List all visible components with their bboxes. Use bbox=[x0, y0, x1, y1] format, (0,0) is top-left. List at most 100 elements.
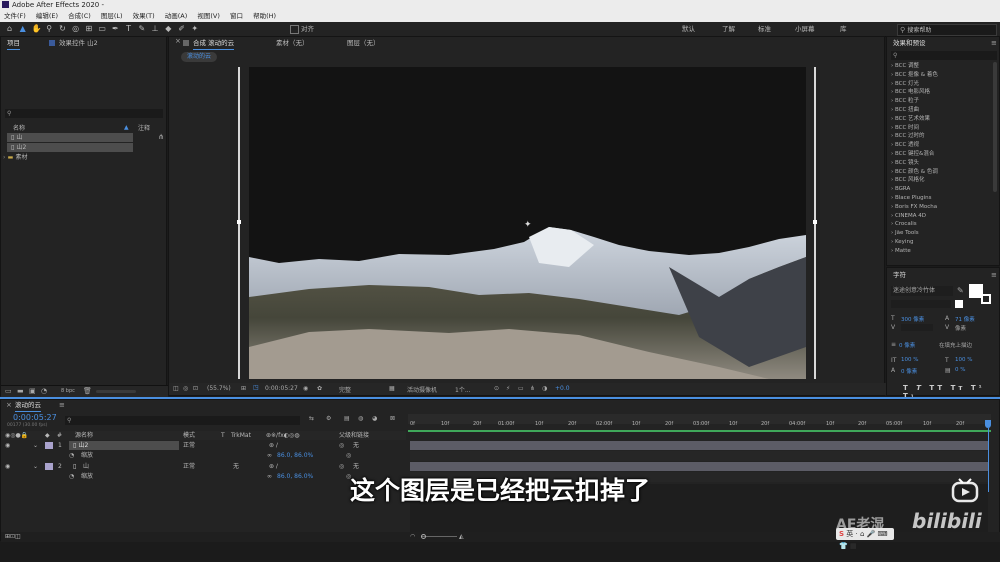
panel-menu-icon[interactable]: ≡ bbox=[991, 37, 997, 49]
trash-icon[interactable]: 🗑 bbox=[83, 387, 92, 395]
comp-breadcrumb[interactable]: 滚动的云 bbox=[181, 52, 218, 62]
expression-pickwhip-icon[interactable]: ◎ bbox=[346, 451, 351, 460]
white-swatch[interactable] bbox=[955, 300, 963, 308]
always-preview-icon[interactable]: ◫ bbox=[173, 385, 179, 392]
guides-icon[interactable]: ⊡ bbox=[193, 385, 198, 392]
stroke-width-value[interactable]: 0 像素 bbox=[899, 341, 915, 349]
horizontal-scale-value[interactable]: 100 % bbox=[955, 357, 972, 363]
eyedropper-icon[interactable]: ✎ bbox=[957, 286, 964, 295]
home-icon[interactable]: ⌂ bbox=[5, 24, 14, 33]
list-item[interactable]: › BCC 艺术效果 bbox=[887, 115, 991, 124]
layer-switch-icon[interactable]: ⊛ ∕ bbox=[269, 462, 278, 471]
font-size-value[interactable]: 300 像素 bbox=[901, 315, 924, 323]
show-channel-icon[interactable]: ✿ bbox=[317, 385, 322, 392]
composition-canvas[interactable]: ✦ bbox=[249, 67, 806, 379]
label-color-swatch[interactable] bbox=[45, 442, 53, 449]
tab-composition[interactable]: 合成 滚动的云 bbox=[193, 37, 235, 50]
exposure-icon[interactable]: ◑ bbox=[542, 385, 547, 392]
menu-help[interactable]: 帮助(H) bbox=[253, 12, 276, 20]
layer-switch-icon[interactable]: ⊛ ∕ bbox=[269, 441, 278, 450]
list-item[interactable]: › BCC 灯光 bbox=[887, 80, 991, 89]
list-item[interactable]: › ▬ 素材 bbox=[3, 153, 129, 162]
visibility-eye-icon[interactable]: ◉ bbox=[5, 441, 10, 450]
tsume-value[interactable]: 0 % bbox=[955, 367, 965, 373]
puppet-tool-icon[interactable]: ✦ bbox=[190, 24, 199, 33]
visibility-eye-icon[interactable]: ◉ bbox=[5, 462, 10, 471]
kerning-select[interactable] bbox=[901, 324, 933, 331]
stroke-mode-select[interactable]: 在填充上描边 bbox=[939, 341, 972, 349]
font-family-select[interactable]: 迷途创意冷竹体 bbox=[891, 286, 953, 296]
layer-switches-toggle-icon[interactable]: ⊞⊡◫ bbox=[5, 532, 21, 541]
list-item[interactable]: › Crocalis bbox=[887, 220, 991, 229]
tab-layer[interactable]: 图层（无） bbox=[347, 37, 380, 49]
workspace-default[interactable]: 默认 bbox=[682, 22, 695, 36]
selection-tool-icon[interactable]: ▲ bbox=[18, 24, 27, 33]
layer-1-duration-bar[interactable] bbox=[410, 441, 988, 450]
time-ruler[interactable]: 0f 10f 20f 01:00f 10f 20f 02:00f 10f 20f… bbox=[408, 421, 991, 430]
menu-composition[interactable]: 合成(C) bbox=[68, 12, 91, 20]
flowchart-icon[interactable]: ⋔ bbox=[530, 385, 535, 392]
current-timecode[interactable]: 0:00:05:27 bbox=[13, 413, 57, 422]
menu-edit[interactable]: 编辑(E) bbox=[36, 12, 58, 20]
effects-search-input[interactable]: ⚲ bbox=[891, 51, 997, 60]
zoom-slider-handle[interactable] bbox=[421, 534, 426, 539]
list-item[interactable]: › CINEMA 4D bbox=[887, 212, 991, 221]
tab-timeline[interactable]: 滚动的云 bbox=[15, 399, 41, 412]
tracking-unit[interactable]: 像素 bbox=[955, 324, 966, 332]
tab-project[interactable]: 项目 bbox=[7, 37, 20, 50]
draft-3d-icon[interactable]: ⚙ bbox=[326, 415, 331, 422]
fast-preview-icon[interactable]: ⚡ bbox=[506, 385, 510, 392]
zoom-in-icon[interactable]: ◭ bbox=[459, 532, 464, 541]
list-item[interactable]: › Matte bbox=[887, 247, 991, 256]
list-item[interactable]: › BCC 风格化 bbox=[887, 176, 991, 185]
parent-pickwhip-icon[interactable]: ◎ bbox=[339, 441, 344, 450]
shy-layers-icon[interactable]: ▤ bbox=[344, 415, 350, 422]
camera-tool-icon[interactable]: ◎ bbox=[71, 24, 80, 33]
list-item[interactable]: › Jãe Tools bbox=[887, 229, 991, 238]
help-search-box[interactable]: ⚲ 搜索帮助 bbox=[897, 24, 997, 36]
resolution-select[interactable]: 完整 bbox=[339, 385, 351, 394]
menu-layer[interactable]: 图层(L) bbox=[101, 12, 123, 20]
menu-file[interactable]: 文件(F) bbox=[4, 12, 26, 20]
baseline-shift-value[interactable]: 0 像素 bbox=[901, 367, 917, 375]
list-item[interactable]: › BCC 镜头 bbox=[887, 159, 991, 168]
panel-menu-icon[interactable]: ≡ bbox=[59, 400, 65, 410]
constrain-proportions-icon[interactable]: ∞ bbox=[267, 451, 272, 460]
stopwatch-icon[interactable]: ◔ bbox=[69, 451, 74, 460]
list-item[interactable]: › BCC 粒子 bbox=[887, 97, 991, 106]
eraser-tool-icon[interactable]: ◆ bbox=[164, 24, 173, 33]
list-item[interactable]: › Blace Plugins bbox=[887, 194, 991, 203]
column-t[interactable]: T bbox=[221, 431, 225, 440]
layer-parent-select[interactable]: 无 bbox=[353, 441, 359, 450]
workspace-learn[interactable]: 了解 bbox=[722, 22, 735, 36]
timeline-icon[interactable]: ▭ bbox=[518, 385, 524, 392]
project-settings-icon[interactable]: ◔ bbox=[41, 387, 47, 395]
current-time-indicator[interactable] bbox=[985, 420, 991, 428]
column-mode[interactable]: 模式 bbox=[183, 431, 195, 440]
views-select[interactable]: 1个... bbox=[455, 385, 471, 394]
effects-scrollbar[interactable] bbox=[993, 62, 997, 192]
comp-mini-flowchart-icon[interactable]: ⇆ bbox=[309, 415, 314, 422]
layer-trkmat-select[interactable]: 无 bbox=[233, 462, 239, 471]
panel-menu-icon[interactable]: ≡ bbox=[991, 269, 997, 281]
list-item[interactable]: › BCC 调整 bbox=[887, 62, 991, 71]
snapshot-icon[interactable]: ◉ bbox=[303, 385, 308, 392]
list-item[interactable]: › BCC 颜色 & 色调 bbox=[887, 168, 991, 177]
table-row[interactable]: ◉ ⌄ 1 ▯ 山2 正常 ⊛ ∕ ◎ 无 bbox=[1, 441, 406, 451]
list-item[interactable]: › BCC 电影风格 bbox=[887, 88, 991, 97]
workspace-standard[interactable]: 标准 bbox=[758, 22, 771, 36]
zoom-level[interactable]: (55.7%) bbox=[207, 385, 231, 392]
mask-view-icon[interactable]: ◎ bbox=[183, 385, 188, 392]
character-panel-title[interactable]: 字符 bbox=[893, 269, 906, 281]
layer-parent-select[interactable]: 无 bbox=[353, 462, 359, 471]
menu-view[interactable]: 视图(V) bbox=[197, 12, 220, 20]
column-trkmat[interactable]: TrkMat bbox=[231, 431, 251, 440]
zoom-out-icon[interactable]: ◠ bbox=[410, 532, 415, 541]
workspace-library[interactable]: 库 bbox=[840, 22, 847, 36]
shape-tool-icon[interactable]: ▭ bbox=[98, 24, 107, 33]
frame-blending-icon[interactable]: ◍ bbox=[358, 415, 363, 422]
pan-behind-tool-icon[interactable]: ⊞ bbox=[84, 24, 93, 33]
list-item[interactable]: › Boris FX Mocha bbox=[887, 203, 991, 212]
list-item[interactable]: › BCC 过时的 bbox=[887, 132, 991, 141]
property-value[interactable]: 86.0, 86.0% bbox=[277, 451, 313, 460]
